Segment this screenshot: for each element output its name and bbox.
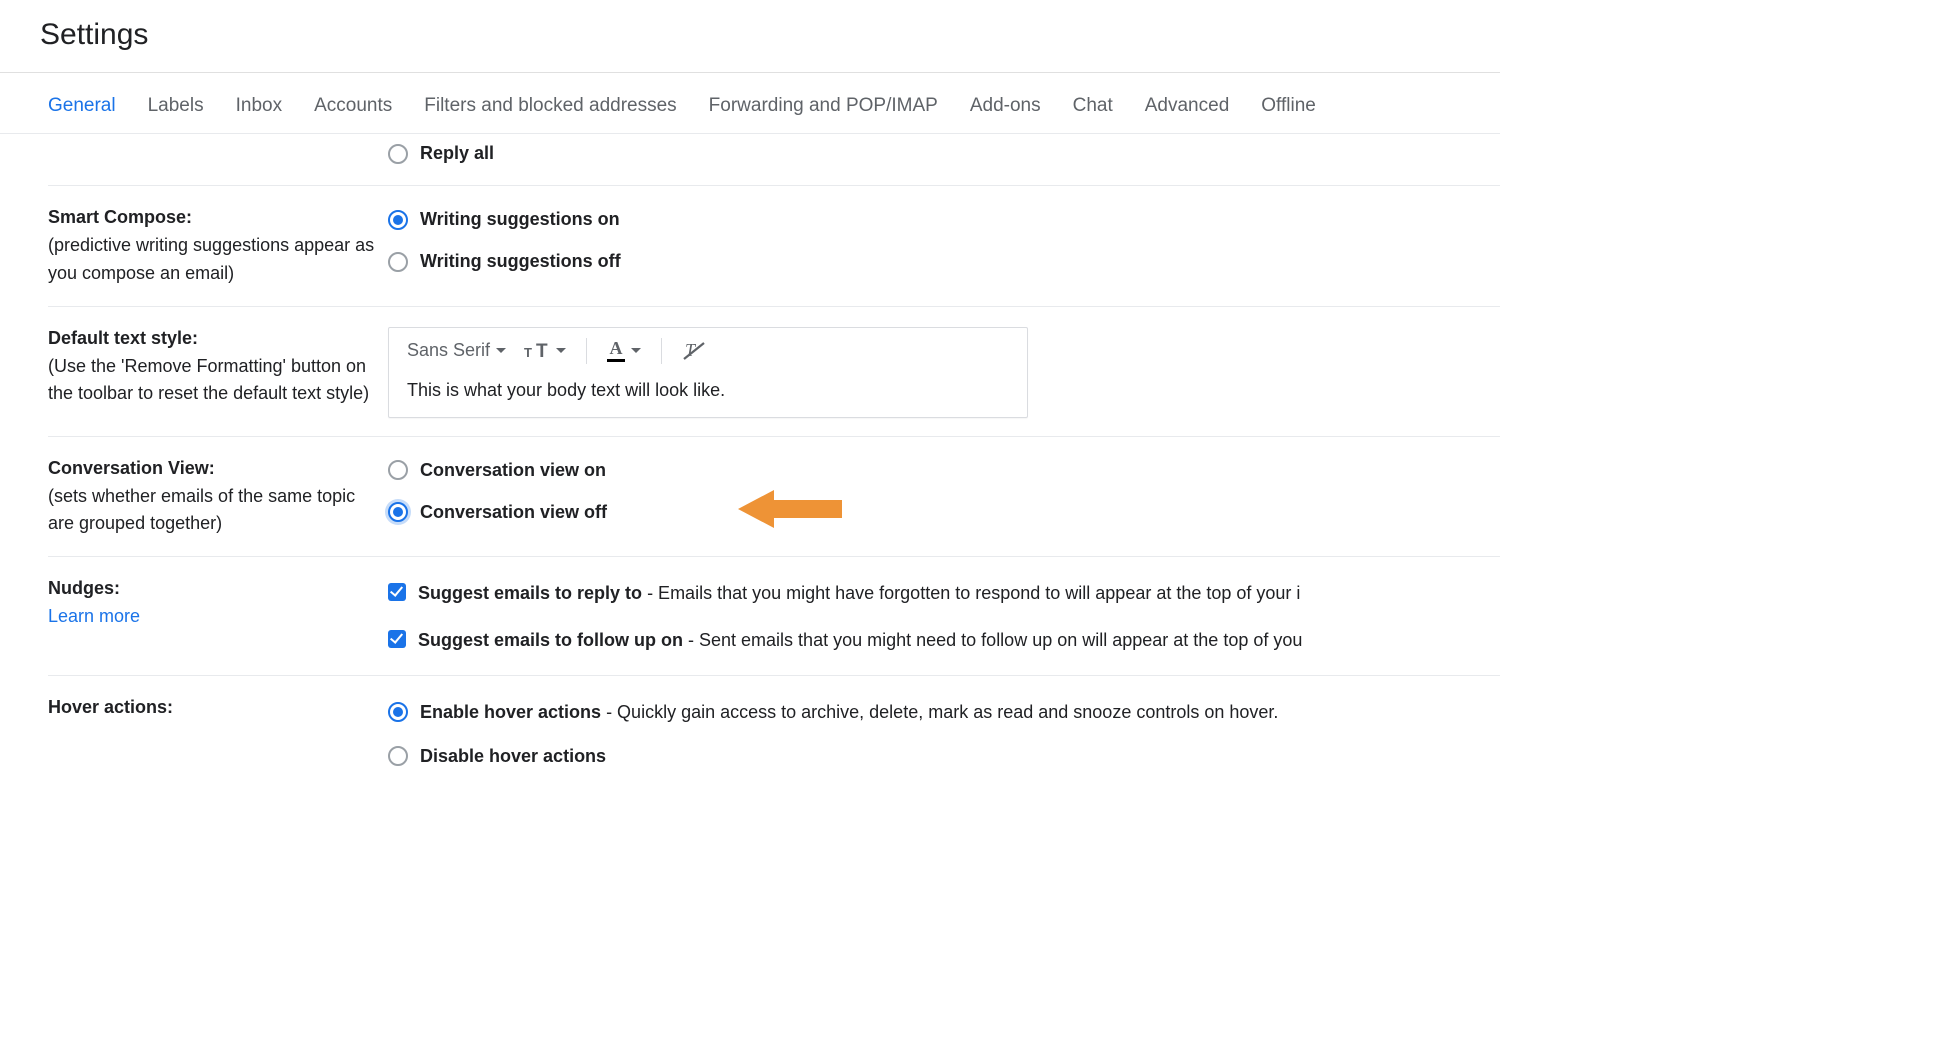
annotation-arrow-icon [734,486,844,532]
text-style-editor: Sans Serif T T [388,327,1028,418]
text-color-dropdown[interactable]: A [607,339,641,362]
tab-accounts[interactable]: Accounts [314,95,392,117]
row-smart-compose: Smart Compose: (predictive writing sugge… [48,186,1500,307]
label-reply-all: Reply all [420,143,494,164]
radio-smart-compose-off[interactable] [388,252,408,272]
label-conversation-on: Conversation view on [420,460,606,481]
page-title: Settings [0,0,1500,73]
tab-chat[interactable]: Chat [1073,95,1113,117]
hover-disable-label: Disable hover actions [420,746,606,767]
svg-text:T: T [536,341,548,361]
text-style-preview: This is what your body text will look li… [389,374,1027,417]
row-nudges: Nudges: Learn more Suggest emails to rep… [48,557,1500,675]
text-style-toolbar: Sans Serif T T [389,328,1027,374]
tab-labels[interactable]: Labels [148,95,204,117]
smart-compose-title: Smart Compose: [48,207,192,227]
tab-filters[interactable]: Filters and blocked addresses [424,95,676,117]
default-text-style-desc: (Use the 'Remove Formatting' button on t… [48,356,369,404]
radio-hover-enable[interactable] [388,702,408,722]
row-default-text-style: Default text style: (Use the 'Remove For… [48,307,1500,437]
chevron-down-icon [496,348,506,353]
hover-actions-title: Hover actions: [48,697,173,717]
row-hover-actions: Hover actions: Enable hover actions - Qu… [48,676,1500,788]
hover-enable-desc: - Quickly gain access to archive, delete… [601,702,1278,722]
row-default-reply-partial: Reply all [48,134,1500,186]
hover-enable-label: Enable hover actions [420,702,601,722]
toolbar-separator-icon [661,338,662,364]
radio-reply-all[interactable] [388,144,408,164]
nudges-followup-label: Suggest emails to follow up on [418,630,683,650]
row-conversation-view: Conversation View: (sets whether emails … [48,437,1500,558]
nudges-reply-row: Suggest emails to reply to - Emails that… [418,580,1300,606]
default-text-style-title: Default text style: [48,328,198,348]
font-family-dropdown[interactable]: Sans Serif [407,340,506,361]
text-size-icon: T T [524,341,550,361]
remove-formatting-button[interactable]: T [682,340,706,362]
nudges-reply-label: Suggest emails to reply to [418,583,642,603]
tab-offline[interactable]: Offline [1261,95,1316,117]
radio-conversation-on[interactable] [388,460,408,480]
tab-advanced[interactable]: Advanced [1145,95,1230,117]
chevron-down-icon [556,348,566,353]
radio-conversation-off[interactable] [388,502,408,522]
label-smart-compose-on: Writing suggestions on [420,209,620,230]
remove-formatting-icon: T [682,340,706,362]
conversation-view-title: Conversation View: [48,458,215,478]
font-size-dropdown[interactable]: T T [524,341,566,361]
smart-compose-desc: (predictive writing suggestions appear a… [48,235,374,283]
toolbar-separator-icon [586,338,587,364]
radio-smart-compose-on[interactable] [388,210,408,230]
label-smart-compose-off: Writing suggestions off [420,251,621,272]
chevron-down-icon [631,348,641,353]
checkbox-nudges-followup[interactable] [388,630,406,648]
tabs: General Labels Inbox Accounts Filters an… [0,73,1500,134]
tab-general[interactable]: General [48,95,116,117]
font-family-label: Sans Serif [407,340,490,361]
hover-enable-row: Enable hover actions - Quickly gain acce… [420,699,1278,725]
tab-forwarding[interactable]: Forwarding and POP/IMAP [709,95,938,117]
tab-addons[interactable]: Add-ons [970,95,1041,117]
label-conversation-off: Conversation view off [420,502,607,523]
nudges-title: Nudges: [48,578,120,598]
nudges-followup-desc: - Sent emails that you might need to fol… [683,630,1302,650]
nudges-reply-desc: - Emails that you might have forgotten t… [642,583,1300,603]
conversation-view-desc: (sets whether emails of the same topic a… [48,486,355,534]
radio-hover-disable[interactable] [388,746,408,766]
tab-inbox[interactable]: Inbox [236,95,282,117]
svg-text:T: T [524,345,532,360]
text-color-icon: A [607,339,625,362]
checkbox-nudges-reply[interactable] [388,583,406,601]
nudges-followup-row: Suggest emails to follow up on - Sent em… [418,627,1302,653]
nudges-learn-more-link[interactable]: Learn more [48,606,140,626]
